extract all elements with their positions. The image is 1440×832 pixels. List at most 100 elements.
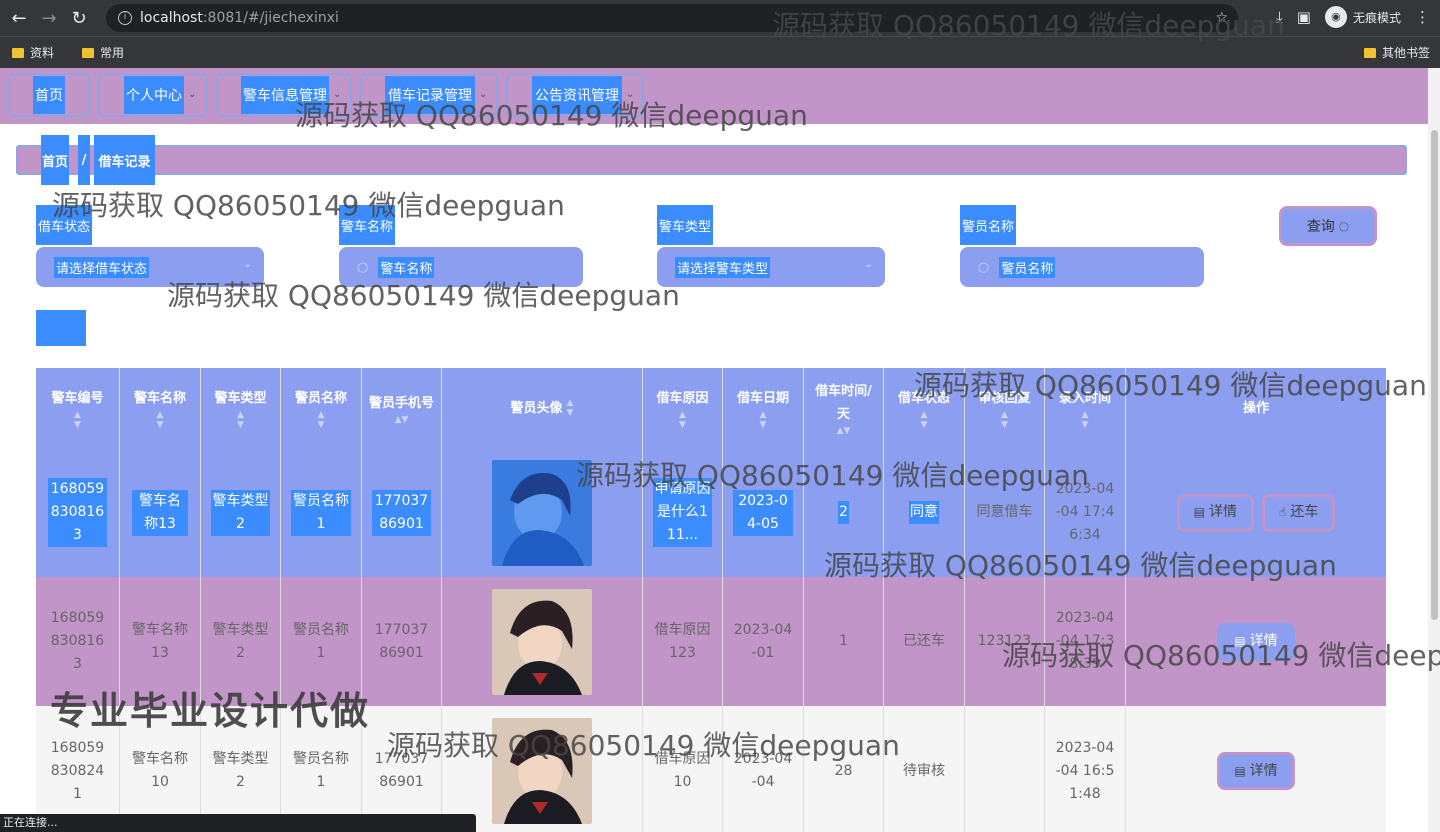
nav-item-home[interactable]: 首页 (33, 76, 65, 114)
url-path: :8081/#/jiechexinxi (202, 10, 339, 26)
cell-avatar (442, 577, 643, 706)
cell-status: 已还车 (884, 577, 965, 706)
bookmark-folder[interactable]: 资料 (12, 44, 54, 61)
cell-phone: 17703786901 (362, 448, 442, 577)
nav-item-news-mgmt[interactable]: 公告资讯管理 (532, 76, 622, 114)
table-header: 警车编号 ▲ ▼ 警车名称 ▲ ▼ 警车类型 ▲ ▼ 警员名称 ▲ ▼ 警员手机号 ▲▼ 警员头像… (36, 368, 1386, 448)
sidepanel-icon[interactable]: ▣ (1297, 8, 1311, 26)
cell-text: 借车原因123 (654, 621, 711, 661)
col-header-days[interactable]: 借车时间/天 ▲▼ (804, 368, 884, 448)
cell-text: 2023-04-04 17:38:39 (1055, 610, 1115, 672)
cell-date: 2023-04-01 (723, 577, 804, 706)
vehicle-type-select[interactable]: 请选择警车类型 ⌄ (657, 247, 885, 287)
cell-text: 1680598308163 (48, 478, 107, 547)
cell-text: 警车类型2 (212, 751, 269, 790)
sort-icon[interactable]: ▲▼ (237, 410, 244, 430)
sort-icon[interactable]: ▲▼ (74, 410, 81, 430)
sort-icon[interactable]: ▲▼ (760, 410, 767, 430)
detail-button[interactable]: ▤ 详情 (1217, 752, 1295, 790)
chevron-down-icon: ⌄ (243, 259, 252, 270)
breadcrumb-home-label: 首页 (41, 154, 68, 170)
download-icon[interactable]: ⤓ (1276, 8, 1283, 26)
site-info-icon[interactable]: i (118, 11, 132, 25)
cell-text: 警车名称13 (132, 621, 188, 661)
detail-button[interactable]: ▤ 详情 (1217, 622, 1295, 661)
nav-item-vehicle-mgmt[interactable]: 警车信息管理 (241, 76, 329, 114)
sort-icon[interactable]: ▲▼ (318, 410, 325, 430)
sort-icon[interactable]: ▲▼ (837, 426, 851, 436)
incognito-indicator[interactable]: ◉ 无痕模式 (1324, 6, 1401, 28)
toolbar-block (36, 310, 86, 346)
browser-actions: ⤓ ▣ ◉ 无痕模式 ⋮ (1276, 6, 1430, 28)
browser-toolbar: ← → ↻ i localhost:8081/#/jiechexinxi ☆ ⤓… (0, 0, 1440, 36)
sort-icon[interactable]: ▲▼ (157, 410, 164, 430)
nav-label: 公告资讯管理 (535, 88, 619, 104)
breadcrumb-current-label: 借车记录 (98, 154, 151, 170)
col-header-created[interactable]: 录入时间 ▲ ▼ (1045, 368, 1126, 448)
scrollbar-thumb[interactable] (1431, 130, 1438, 620)
col-header-phone[interactable]: 警员手机号 ▲▼ (362, 368, 442, 448)
return-car-button[interactable]: ☝ 还车 (1262, 493, 1336, 532)
header-label: 警员手机号 (368, 395, 434, 411)
other-bookmarks[interactable]: 其他书签 (1363, 44, 1430, 61)
col-header-name[interactable]: 警车名称 ▲ ▼ (120, 368, 201, 448)
cell-reason: 借车原因10 (643, 706, 723, 832)
col-header-date[interactable]: 借车日期 ▲ ▼ (723, 368, 804, 448)
sort-icon[interactable]: ▲▼ (1001, 410, 1008, 430)
col-header-status[interactable]: 借车状态 ▲ ▼ (884, 368, 965, 448)
reload-icon[interactable]: ↻ (64, 8, 94, 29)
bookmark-folder[interactable]: 常用 (82, 44, 124, 61)
header-label: 警车类型 (214, 390, 267, 406)
back-icon[interactable]: ← (4, 8, 34, 29)
cell-text: 借车原因10 (654, 751, 711, 790)
query-button[interactable]: 查询 ○ (1279, 206, 1377, 246)
page-scrollbar[interactable] (1428, 68, 1440, 832)
cell-text: 待审核 (903, 762, 945, 779)
sort-icon[interactable]: ▲▼ (1082, 410, 1089, 430)
bookmark-label: 资料 (30, 46, 55, 60)
header-label: 借车状态 (897, 390, 950, 406)
sort-icon[interactable]: ▲▼ (567, 398, 574, 418)
cell-days: 2 (804, 448, 884, 577)
officer-name-input[interactable]: ○ 警员名称 (960, 247, 1204, 287)
header-label: 警车编号 (51, 390, 104, 406)
officer-name-placeholder: 警员名称 (999, 256, 1056, 278)
header-label: 警车名称 (133, 390, 186, 406)
col-header-type[interactable]: 警车类型 ▲ ▼ (201, 368, 281, 448)
bookmark-star-icon[interactable]: ☆ (1215, 10, 1228, 26)
officer-avatar[interactable] (492, 459, 592, 566)
cell-days: 28 (804, 706, 884, 832)
col-header-code[interactable]: 警车编号 ▲ ▼ (36, 368, 120, 448)
top-navigation: 首页 个人中心 ⌄ 警车信息管理 ⌄ 借车记录管理 ⌄ 公告资讯管理 ⌄ (0, 68, 1428, 124)
breadcrumb-home[interactable]: 首页 (41, 135, 69, 185)
nav-item-borrow-mgmt[interactable]: 借车记录管理 (385, 76, 475, 114)
cell-reply: 同意借车 (965, 448, 1045, 577)
cell-created: 2023-04-04 17:38:39 (1045, 577, 1126, 706)
sort-icon[interactable]: ▲▼ (395, 415, 409, 425)
sort-icon[interactable]: ▲▼ (679, 410, 686, 430)
forward-icon[interactable]: → (34, 8, 64, 29)
cell-name: 警车名称13 (120, 448, 201, 577)
chevron-down-icon: ⌄ (333, 89, 342, 100)
url-host: localhost (140, 10, 203, 26)
cell-text: 警员名称1 (293, 621, 349, 661)
address-bar[interactable]: i localhost:8081/#/jiechexinxi ☆ (106, 4, 1238, 32)
col-header-reason[interactable]: 借车原因 ▲ ▼ (643, 368, 723, 448)
cell-reason: 借车原因123 (643, 577, 723, 706)
col-header-avatar[interactable]: 警员头像 ▲ ▼ (442, 368, 643, 448)
promo-watermark: 专业毕业设计代做 (50, 689, 371, 733)
col-header-reply[interactable]: 审核回复 ▲ ▼ (965, 368, 1045, 448)
menu-icon[interactable]: ⋮ (1415, 8, 1430, 26)
nav-item-personal[interactable]: 个人中心 (124, 76, 184, 114)
cell-reply: 123123 (965, 577, 1045, 706)
detail-button[interactable]: ▤ 详情 (1176, 493, 1255, 532)
cell-text: 1680598308241 (50, 739, 105, 802)
vehicle-name-input[interactable]: ○ 警车名称 (339, 247, 583, 287)
officer-avatar[interactable] (492, 588, 592, 695)
officer-avatar[interactable] (492, 718, 592, 824)
filter-label-vehicle-type: 警车类型 (657, 205, 714, 245)
sort-icon[interactable]: ▲▼ (921, 410, 928, 430)
col-header-officer[interactable]: 警员名称 ▲ ▼ (281, 368, 362, 448)
cell-text: 1 (839, 633, 848, 649)
status-select[interactable]: 请选择借车状态 ⌄ (36, 247, 264, 287)
